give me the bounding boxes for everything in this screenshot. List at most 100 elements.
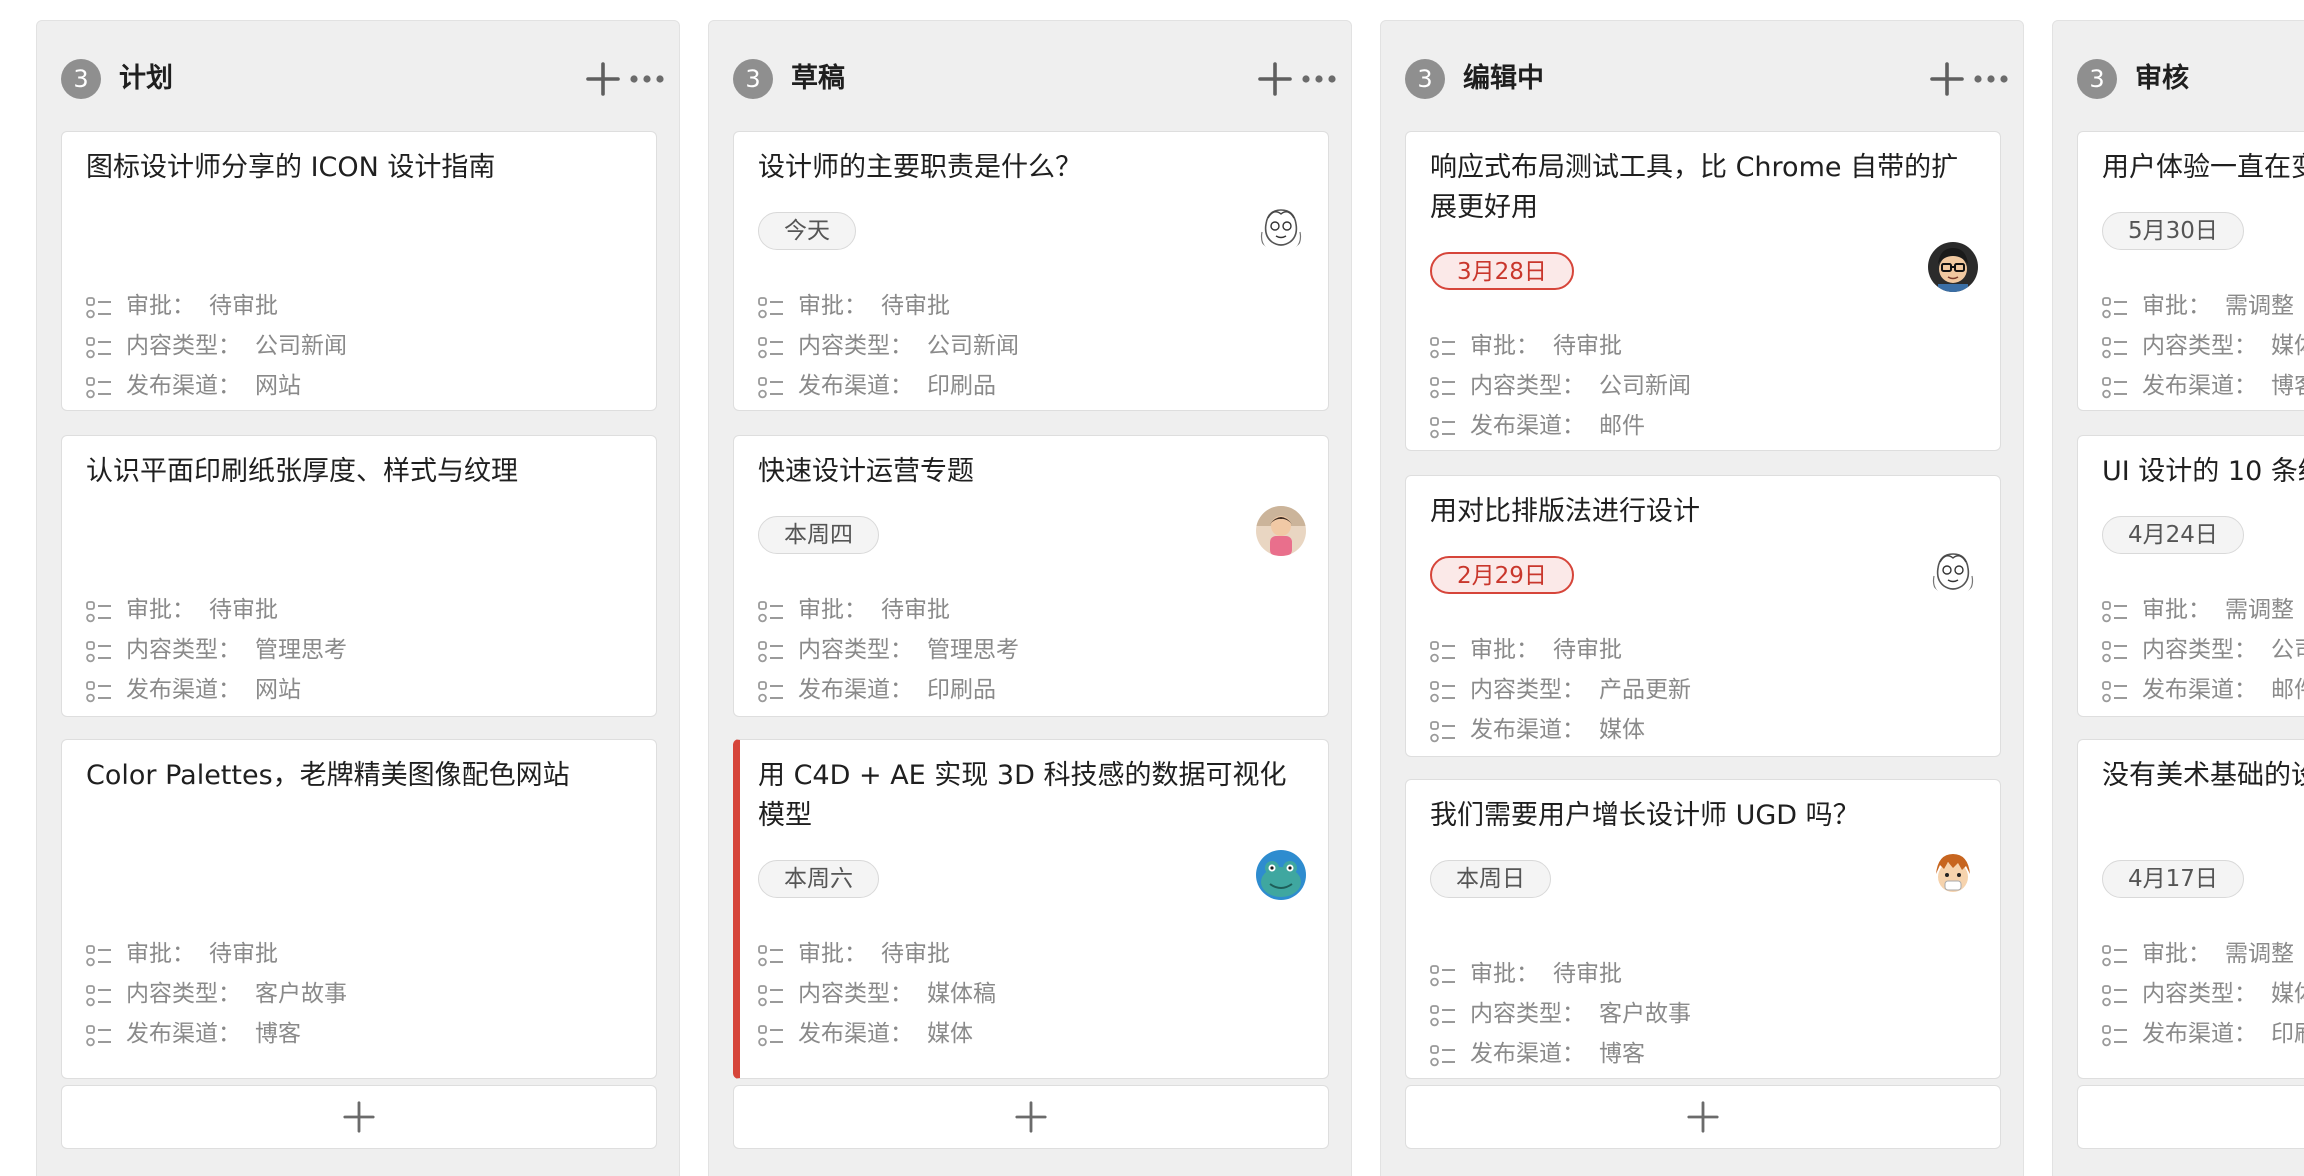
field-list-icon — [2102, 942, 2128, 967]
field-value: 邮件 — [2271, 677, 2304, 703]
card-title: UI 设计的 10 条经验 — [2102, 456, 2304, 487]
field-label: 发布渠道： — [798, 373, 913, 399]
more-horizontal-icon[interactable] — [629, 71, 665, 87]
card-field-row: 发布渠道： 印刷品 — [758, 672, 996, 708]
card-field-row: 内容类型： 产品更新 — [1430, 672, 1691, 708]
field-label: 内容类型： — [1470, 373, 1585, 399]
column-header: 3 计划 — [37, 57, 679, 101]
content-card[interactable]: 用 C4D + AE 实现 3D 科技感的数据可视化模型 本周六 审批： 待审批 内容类… — [733, 739, 1329, 1079]
field-label: 发布渠道： — [798, 1021, 913, 1047]
content-card[interactable]: Color Palettes，老牌精美图像配色网站 审批： 待审批 内容类型： 客户故事… — [61, 739, 657, 1079]
field-list-icon — [758, 982, 784, 1007]
field-value: 公司新闻 — [1599, 373, 1691, 399]
field-label: 发布渠道： — [1470, 717, 1585, 743]
content-card[interactable]: 没有美术基础的设计师（分享自学绘画经验） 4月17日审批： 需调整内容类型： 媒体稿发… — [2077, 739, 2304, 1079]
card-field-row: 审批： 待审批 — [1430, 956, 1622, 992]
due-date-tag: 4月17日 — [2102, 860, 2244, 898]
column-title: 草稿 — [791, 63, 845, 94]
field-list-icon — [1430, 374, 1456, 399]
field-label: 审批： — [798, 597, 867, 623]
plus-icon[interactable] — [585, 61, 621, 97]
card-field-row: 审批： 待审批 — [86, 592, 278, 628]
field-list-icon — [86, 638, 112, 663]
field-value: 邮件 — [1599, 413, 1645, 439]
card-field-row: 内容类型： 管理思考 — [758, 632, 1019, 668]
content-card[interactable]: 图标设计师分享的 ICON 设计指南 审批： 待审批 内容类型： 公司新闻 发布渠道： 网站 — [61, 131, 657, 411]
field-label: 发布渠道： — [2142, 373, 2257, 399]
content-card[interactable]: 快速设计运营专题本周四审批： 待审批内容类型： 管理思考 发布渠道： 印刷品 — [733, 435, 1329, 717]
card-field-row: 内容类型： 客户故事 — [86, 976, 347, 1012]
content-card[interactable]: 设计师的主要职责是什么？ 今天 审批： 待审批 内容类型： 公司新闻 发布渠道： 印刷品 — [733, 131, 1329, 411]
field-list-icon — [86, 942, 112, 967]
more-horizontal-icon[interactable] — [1973, 71, 2009, 87]
content-card[interactable]: UI 设计的 10 条经验 4月24日审批： 需调整内容类型： 公司新闻发布渠道： 邮件 — [2077, 435, 2304, 717]
due-date-tag: 今天 — [758, 212, 856, 250]
content-card[interactable]: 用对比排版法进行设计 2月29日 审批： 待审批 内容类型： 产品更新 发布渠道： 媒体 — [1405, 475, 2001, 757]
card-field-row: 审批： 需调整 — [2102, 288, 2294, 324]
field-label: 内容类型： — [1470, 677, 1585, 703]
add-card-button[interactable] — [61, 1085, 657, 1149]
card-title: 快速设计运营专题 — [758, 456, 974, 487]
field-list-icon — [758, 678, 784, 703]
card-field-row: 内容类型： 媒体稿 — [2102, 976, 2304, 1012]
field-label: 内容类型： — [1470, 1001, 1585, 1027]
field-value: 媒体稿 — [2271, 981, 2304, 1007]
plus-icon — [1687, 1101, 1719, 1133]
more-horizontal-icon[interactable] — [1301, 71, 1337, 87]
sketch-face-avatar — [1256, 202, 1306, 252]
card-field-row: 审批： 待审批 — [86, 936, 278, 972]
field-value: 媒体稿 — [927, 981, 996, 1007]
due-date-tag: 本周四 — [758, 516, 879, 554]
field-label: 审批： — [2142, 597, 2211, 623]
column-header: 3 审核 — [2053, 57, 2304, 101]
card-field-row: 内容类型： 公司新闻 — [758, 328, 1019, 364]
card-title: 用户体验一直在变化 — [2102, 152, 2304, 183]
field-label: 发布渠道： — [2142, 677, 2257, 703]
column-count-badge: 3 — [61, 59, 101, 99]
field-value: 待审批 — [1553, 333, 1622, 359]
field-list-icon — [86, 374, 112, 399]
field-label: 审批： — [1470, 961, 1539, 987]
field-value: 公司新闻 — [2271, 637, 2304, 663]
field-list-icon — [2102, 374, 2128, 399]
field-label: 发布渠道： — [1470, 413, 1585, 439]
field-label: 审批： — [1470, 333, 1539, 359]
due-date-tag: 5月30日 — [2102, 212, 2244, 250]
field-value: 待审批 — [209, 597, 278, 623]
column-2: 3 编辑中 响应式布局测试工具，比 Chrome 自带的扩展更好用 3月28日 审批： 待… — [1380, 20, 2024, 1176]
card-field-row: 内容类型： 媒体稿 — [2102, 328, 2304, 364]
field-value: 博客 — [2271, 373, 2304, 399]
field-label: 审批： — [2142, 941, 2211, 967]
column-1: 3 草稿 设计师的主要职责是什么？ 今天 审批： 待审批 内容类型： 公司新闻 发布渠道： 印刷品… — [708, 20, 1352, 1176]
card-field-row: 审批： 需调整 — [2102, 592, 2294, 628]
field-list-icon — [86, 1022, 112, 1047]
card-field-row: 发布渠道： 媒体 — [758, 1016, 973, 1052]
card-field-row: 发布渠道： 博客 — [1430, 1036, 1645, 1072]
content-card[interactable]: 用户体验一直在变化 5月30日审批： 需调整内容类型： 媒体稿发布渠道： 博客 — [2077, 131, 2304, 411]
card-field-row: 内容类型： 管理思考 — [86, 632, 347, 668]
add-card-button[interactable] — [2077, 1085, 2304, 1149]
add-card-button[interactable] — [1405, 1085, 2001, 1149]
plus-icon[interactable] — [1257, 61, 1293, 97]
field-list-icon — [1430, 678, 1456, 703]
field-list-icon — [1430, 414, 1456, 439]
card-field-row: 发布渠道： 媒体 — [1430, 712, 1645, 748]
content-card[interactable]: 认识平面印刷纸张厚度、样式与纹理 审批： 待审批 内容类型： 管理思考 发布渠道： 网站 — [61, 435, 657, 717]
field-list-icon — [2102, 678, 2128, 703]
content-card[interactable]: 响应式布局测试工具，比 Chrome 自带的扩展更好用 3月28日 审批： 待审批 内容… — [1405, 131, 2001, 451]
card-field-row: 审批： 待审批 — [86, 288, 278, 324]
field-value: 博客 — [1599, 1041, 1645, 1067]
add-card-button[interactable] — [733, 1085, 1329, 1149]
card-title: 没有美术基础的设计师（分享自学绘画经验） — [2102, 760, 2304, 791]
field-value: 客户故事 — [255, 981, 347, 1007]
card-field-row: 审批： 待审批 — [758, 592, 950, 628]
card-field-row: 内容类型： 媒体稿 — [758, 976, 996, 1012]
field-list-icon — [758, 598, 784, 623]
plus-icon[interactable] — [1929, 61, 1965, 97]
content-card[interactable]: 我们需要用户增长设计师 UGD 吗？ 本周日 审批： 待审批 内容类型： 客户故事 发布渠道… — [1405, 779, 2001, 1079]
field-label: 审批： — [798, 293, 867, 319]
card-field-row: 内容类型： 客户故事 — [1430, 996, 1691, 1032]
field-label: 内容类型： — [798, 333, 913, 359]
field-label: 发布渠道： — [2142, 1021, 2257, 1047]
card-title: 图标设计师分享的 ICON 设计指南 — [86, 152, 496, 183]
